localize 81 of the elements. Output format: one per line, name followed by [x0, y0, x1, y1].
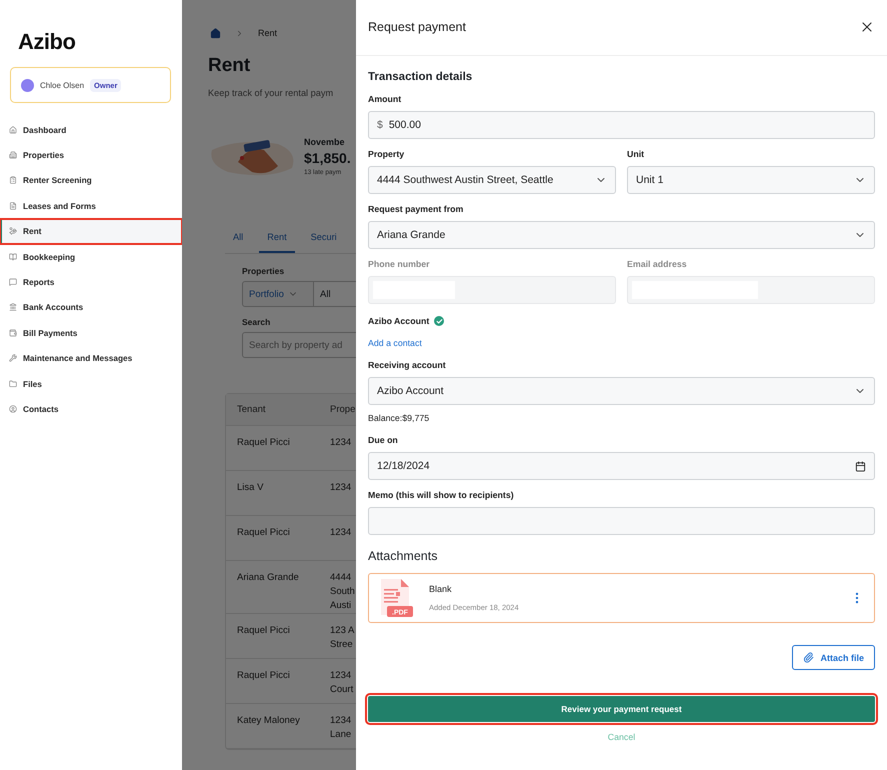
- filter-label: Search: [242, 317, 272, 327]
- table-cell-text: Katey Maloney: [236, 714, 301, 728]
- nav-item[interactable]: Bill Payments: [0, 320, 182, 346]
- column-header: Prope: [329, 404, 356, 415]
- account-select[interactable]: Azibo Account: [368, 377, 875, 405]
- chevron-right-icon: [235, 28, 244, 38]
- table-cell-text: Lisa V: [236, 481, 264, 495]
- book-icon: [9, 252, 17, 261]
- coins-icon: [9, 227, 17, 236]
- column-header: Tenant: [236, 404, 267, 415]
- field-label: Amount: [368, 94, 402, 105]
- search-field[interactable]: Search by property ad: [242, 332, 356, 358]
- page-title: Rent: [208, 54, 252, 78]
- property-dropdown[interactable]: All: [314, 281, 356, 307]
- table-cell-text: 1234 Lane: [329, 714, 352, 742]
- field-label: Property: [368, 149, 406, 160]
- table-cell-text: 1234 Court: [329, 669, 354, 697]
- date-field[interactable]: 12/18/2024: [368, 452, 875, 480]
- wallet-icon: [9, 328, 17, 337]
- table-cell-text: Raquel Picci: [236, 669, 291, 683]
- clipboard-icon: [9, 176, 17, 184]
- table-cell-text: 1234: [329, 526, 352, 540]
- user-name: Chloe Olsen: [40, 80, 84, 90]
- document-icon: [9, 202, 17, 210]
- field-label: Unit: [627, 149, 646, 160]
- table-cell-text: 1234: [329, 481, 352, 495]
- field-label: Phone number: [368, 259, 431, 270]
- table-cell-text: 123 A Stree: [329, 624, 356, 652]
- summary-month: Novembe: [304, 136, 346, 146]
- wrench-icon: [9, 354, 17, 362]
- nav-item[interactable]: Maintenance and Messages: [0, 346, 182, 371]
- add-contact-link[interactable]: Add a contact: [368, 338, 422, 348]
- filter-label: Properties: [242, 266, 286, 276]
- attach-file-button[interactable]: Attach file: [792, 645, 875, 670]
- nav-item[interactable]: Reports: [0, 269, 182, 295]
- table-cell-text: Raquel Picci: [236, 624, 291, 638]
- folder-icon: [9, 380, 17, 388]
- house-icon: [9, 126, 17, 134]
- field-label: Email address: [627, 259, 688, 270]
- home-icon[interactable]: [210, 28, 221, 38]
- bank-icon: [9, 303, 17, 312]
- review-request-button[interactable]: Review your payment request: [368, 696, 875, 722]
- breadcrumb-link[interactable]: Rent: [258, 28, 278, 38]
- amount-field[interactable]: $ 500.00: [368, 111, 875, 139]
- table-cell-text: 4444 South Austi: [329, 571, 356, 613]
- nav-item[interactable]: Files: [0, 370, 182, 396]
- nav-item[interactable]: Contacts: [0, 396, 182, 422]
- nav-item[interactable]: Dashboard: [0, 117, 182, 142]
- nav-item[interactable]: Properties: [0, 142, 182, 168]
- page-subtitle: Keep track of your rental paym: [208, 88, 334, 98]
- section-heading: Transaction details: [368, 70, 474, 84]
- chat-icon: [9, 278, 17, 286]
- attachment-name: Blank: [429, 584, 453, 594]
- field-label: Due on: [368, 435, 399, 446]
- nav-item[interactable]: Renter Screening: [0, 168, 182, 194]
- panel-title: Request payment: [368, 20, 466, 34]
- paperclip-icon: [803, 652, 814, 663]
- building-icon: [9, 151, 17, 160]
- field-label: Request payment from: [368, 204, 464, 215]
- attachments-heading: Attachments: [368, 549, 438, 563]
- avatar: [21, 78, 34, 92]
- table-cell-text: Raquel Picci: [236, 526, 291, 540]
- memo-field[interactable]: [368, 507, 875, 535]
- payer-select[interactable]: Ariana Grande: [368, 221, 875, 249]
- azibo-logo: Azibo: [18, 30, 76, 54]
- field-label: Receiving account: [368, 360, 447, 371]
- unit-select[interactable]: Unit 1: [627, 166, 875, 194]
- balance-text: Balance:$9,775: [368, 413, 430, 423]
- field-label: Memo (this will show to recipients): [368, 490, 515, 501]
- nav-item[interactable]: Leases and Forms: [0, 193, 182, 219]
- property-select[interactable]: 4444 Southwest Austin Street, Seattle: [368, 166, 616, 194]
- summary-amount: $1,850.: [304, 150, 351, 166]
- nav-item[interactable]: Bookkeeping: [0, 244, 182, 270]
- account-label: Azibo Account: [368, 316, 430, 326]
- calendar-icon: [855, 460, 866, 472]
- nav-item[interactable]: Bank Accounts: [0, 294, 182, 320]
- table-cell-text: Ariana Grande: [236, 571, 300, 585]
- person-icon: [9, 404, 17, 413]
- table-cell-text: Raquel Picci: [236, 436, 291, 450]
- table-cell-text: 1234: [329, 436, 352, 450]
- nav-item[interactable]: Rent: [0, 218, 182, 244]
